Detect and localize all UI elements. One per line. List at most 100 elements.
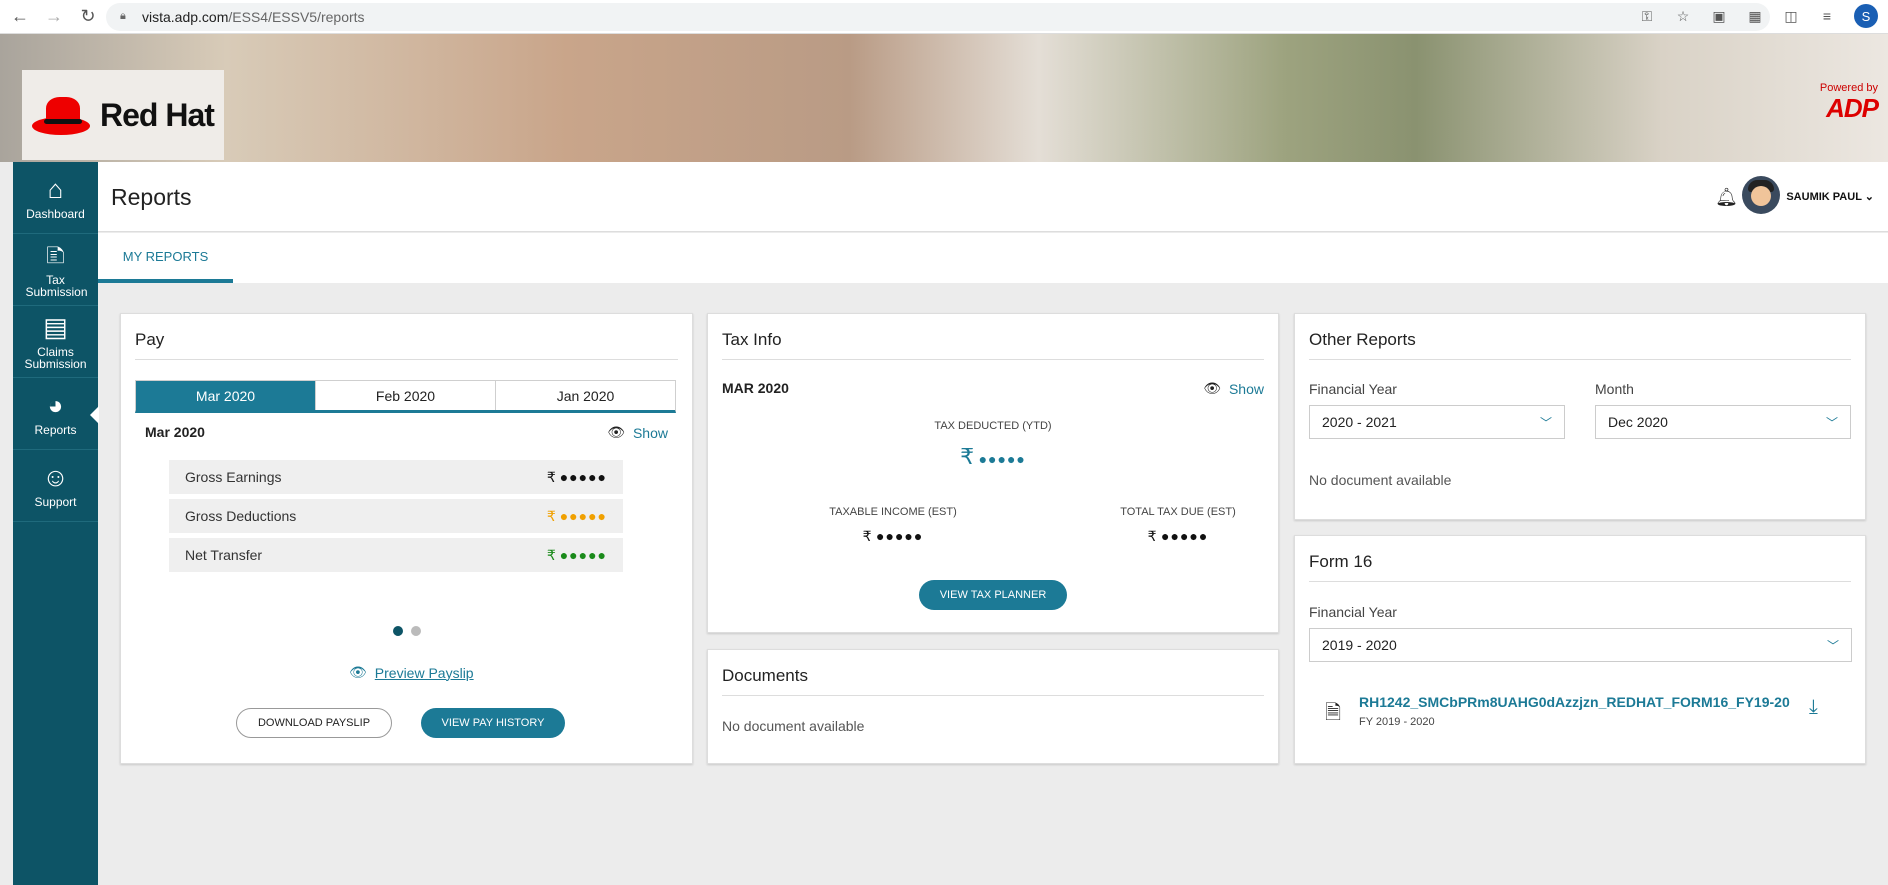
- taxable-income-label: TAXABLE INCOME (EST): [829, 506, 957, 518]
- extension-icon[interactable]: ◫: [1782, 8, 1800, 25]
- select-value: Dec 2020: [1608, 414, 1668, 430]
- download-icon[interactable]: ⤓: [1809, 696, 1818, 719]
- show-toggle[interactable]: 👁︎ Show: [1203, 380, 1264, 397]
- month-label: Month: [1595, 381, 1634, 397]
- month-tab[interactable]: Mar 2020: [136, 381, 316, 410]
- row-label: Gross Deductions: [185, 508, 297, 524]
- chevron-down-icon: ﹀: [1539, 415, 1552, 430]
- sidebar-item-dashboard[interactable]: ⌂ Dashboard: [13, 162, 98, 234]
- financial-year-select[interactable]: 2020 - 2021 ﹀: [1309, 405, 1565, 439]
- tab-bar: MY REPORTS: [98, 233, 1888, 283]
- star-icon[interactable]: ☆: [1674, 8, 1692, 25]
- other-reports-card: Other Reports Financial Year 2020 - 2021…: [1294, 313, 1866, 520]
- total-tax-due-value: ₹ ●●●●●: [1053, 528, 1303, 546]
- form16-card: Form 16 Financial Year 2019 - 2020 ﹀ 🗎︎ R…: [1294, 535, 1866, 764]
- tax-info-card: Tax Info MAR 2020 👁︎ Show TAX DEDUCTED (Y…: [707, 313, 1279, 633]
- list-item: Gross Earnings ₹ ●●●●●: [169, 460, 623, 494]
- rupee-symbol: ₹: [1147, 528, 1157, 544]
- rupee-symbol: ₹: [546, 468, 556, 485]
- user-name: SAUMIK PAUL: [1786, 191, 1862, 203]
- empty-message: No document available: [722, 718, 865, 734]
- url-path: /ESS4/ESSV5/reports: [228, 9, 365, 25]
- preview-label: Preview Payslip: [374, 664, 474, 681]
- month-tab[interactable]: Feb 2020: [316, 381, 496, 410]
- tax-month: MAR 2020: [722, 380, 789, 396]
- user-menu[interactable]: SAUMIK PAUL ⌄: [1786, 190, 1874, 203]
- sidebar-item-label: Reports: [34, 422, 77, 437]
- rupee-symbol: ₹: [546, 507, 556, 524]
- download-payslip-button[interactable]: DOWNLOAD PAYSLIP: [236, 708, 392, 738]
- form16-title: Form 16: [1309, 552, 1373, 571]
- extension-icon[interactable]: ▦: [1746, 8, 1764, 25]
- profile-avatar[interactable]: S: [1854, 4, 1878, 28]
- chevron-down-icon: ﹀: [1826, 638, 1839, 653]
- eye-icon: 👁︎: [607, 424, 625, 440]
- support-icon: ☺: [42, 461, 69, 492]
- show-label: Show: [1228, 380, 1264, 397]
- empty-message: No document available: [1309, 472, 1452, 488]
- select-value: 2020 - 2021: [1322, 414, 1397, 430]
- carousel-pager: [393, 626, 421, 636]
- tax-icon: 🗈︎: [45, 239, 65, 270]
- view-pay-history-button[interactable]: VIEW PAY HISTORY: [421, 708, 565, 738]
- avatar[interactable]: [1742, 176, 1780, 214]
- sidebar-item-support[interactable]: ☺ Support: [13, 450, 98, 522]
- show-toggle[interactable]: 👁︎ Show: [607, 424, 668, 441]
- sidebar-item-label: Dashboard: [26, 206, 85, 221]
- masked-value: ●●●●●: [876, 528, 924, 544]
- sidebar-item-reports[interactable]: ◕ Reports: [13, 378, 99, 450]
- masked-value: ●●●●●: [978, 451, 1026, 467]
- taxable-income-value: ₹ ●●●●●: [768, 528, 1018, 546]
- show-label: Show: [632, 424, 668, 441]
- view-tax-planner-button[interactable]: VIEW TAX PLANNER: [919, 580, 1067, 610]
- sidebar-item-claims-submission[interactable]: ▤ Claims Submission: [13, 306, 98, 378]
- extension-icon[interactable]: ▣: [1710, 8, 1728, 25]
- pay-card: Pay Mar 2020 Feb 2020 Jan 2020 Mar 2020 …: [120, 313, 693, 764]
- back-icon[interactable]: ←: [6, 3, 34, 31]
- chevron-down-icon: ⌄: [1864, 191, 1874, 203]
- pager-dot[interactable]: [393, 626, 403, 636]
- row-label: Gross Earnings: [185, 469, 282, 485]
- queue-icon[interactable]: ≡: [1818, 8, 1836, 24]
- adp-logo: ADP: [1826, 93, 1879, 123]
- chevron-down-icon: ﹀: [1825, 415, 1838, 430]
- tax-deducted-value: ₹ ●●●●●: [708, 444, 1278, 470]
- financial-year-label: Financial Year: [1309, 381, 1397, 397]
- list-item: Gross Deductions ₹ ●●●●●: [169, 499, 623, 533]
- reload-icon[interactable]: ↻: [74, 3, 102, 31]
- rupee-symbol: ₹: [862, 528, 872, 544]
- rupee-symbol: ₹: [546, 546, 556, 563]
- page-title: Reports: [111, 184, 192, 210]
- eye-icon: 👁︎: [349, 664, 367, 680]
- rupee-symbol: ₹: [960, 444, 975, 469]
- address-bar[interactable]: 🔒︎ vista.adp.com/ESS4/ESSV5/reports: [106, 3, 1770, 31]
- row-label: Net Transfer: [185, 547, 263, 563]
- forward-icon[interactable]: →: [40, 3, 68, 31]
- lock-icon: 🔒︎: [120, 10, 126, 22]
- masked-value: ●●●●●: [559, 507, 607, 524]
- documents-card: Documents No document available: [707, 649, 1279, 764]
- masked-value: ●●●●●: [1161, 528, 1209, 544]
- red-hat-icon: [30, 93, 92, 137]
- bell-icon[interactable]: 🔔︎: [1715, 187, 1738, 208]
- select-value: 2019 - 2020: [1322, 637, 1397, 653]
- month-select[interactable]: Dec 2020 ﹀: [1595, 405, 1851, 439]
- selected-month: Mar 2020: [145, 424, 205, 440]
- financial-year-label: Financial Year: [1309, 604, 1397, 620]
- page-header: Reports 🔔︎ SAUMIK PAUL ⌄: [98, 162, 1888, 232]
- header-banner: Red Hat Powered by ADP: [0, 34, 1888, 162]
- month-tab[interactable]: Jan 2020: [496, 381, 675, 410]
- tab-my-reports[interactable]: MY REPORTS: [98, 233, 233, 283]
- pager-dot[interactable]: [411, 626, 421, 636]
- sidebar-item-tax-submission[interactable]: 🗈︎ Tax Submission: [13, 234, 98, 306]
- form16-file-link[interactable]: RH1242_SMCbPRm8UAHG0dAzzjzn_REDHAT_FORM1…: [1359, 694, 1790, 710]
- company-logo[interactable]: Red Hat: [22, 70, 224, 160]
- pay-title: Pay: [135, 330, 165, 349]
- key-icon[interactable]: ⚿: [1638, 8, 1656, 25]
- document-icon: 🗎︎: [1325, 702, 1342, 724]
- preview-payslip-link[interactable]: 👁︎ Preview Payslip: [349, 664, 474, 681]
- claims-icon: ▤: [43, 311, 68, 342]
- browser-toolbar: ← → ↻ 🔒︎ vista.adp.com/ESS4/ESSV5/report…: [0, 0, 1888, 34]
- total-tax-due-label: TOTAL TAX DUE (EST): [1120, 506, 1236, 518]
- financial-year-select[interactable]: 2019 - 2020 ﹀: [1309, 628, 1852, 662]
